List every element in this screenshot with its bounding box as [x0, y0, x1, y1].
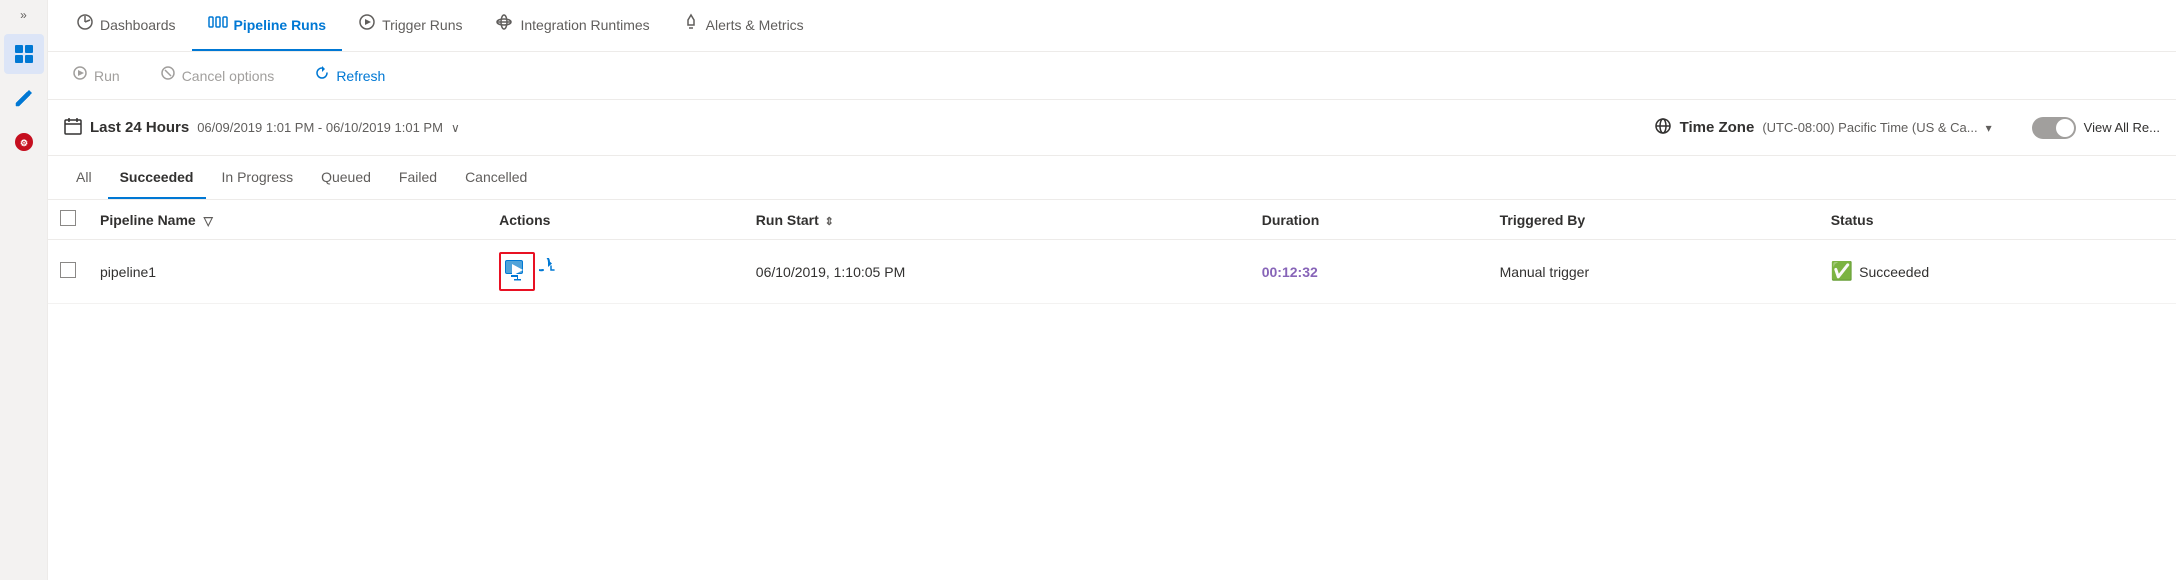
time-filter-range: 06/09/2019 1:01 PM - 06/10/2019 1:01 PM: [197, 120, 443, 135]
pipeline-name-value[interactable]: pipeline1: [100, 264, 156, 280]
status-value-container: ✅ Succeeded: [1831, 261, 2164, 282]
sidebar-collapse-btn[interactable]: »: [20, 8, 27, 22]
col-actions: Actions: [487, 200, 744, 240]
sidebar: » ⚙: [0, 0, 48, 580]
dashboards-icon: [76, 13, 94, 36]
timezone-filter[interactable]: Time Zone (UTC-08:00) Pacific Time (US &…: [1654, 117, 1992, 138]
status-tab-queued[interactable]: Queued: [309, 156, 383, 199]
sidebar-item-edit[interactable]: [4, 78, 44, 118]
run-start-value: 06/10/2019, 1:10:05 PM: [756, 264, 905, 280]
rerun-action-button[interactable]: [539, 258, 563, 285]
row-run-start-cell: 06/10/2019, 1:10:05 PM: [744, 240, 1250, 304]
svg-text:⚙: ⚙: [19, 138, 27, 148]
refresh-label: Refresh: [336, 68, 385, 84]
tab-bar: Dashboards Pipeline Runs Trigger Runs: [48, 0, 2176, 52]
pipeline-name-filter-icon[interactable]: ▽: [204, 214, 213, 228]
table-row: pipeline1: [48, 240, 2176, 304]
run-start-sort-icon[interactable]: ⇕: [825, 216, 834, 228]
time-filter-label: Last 24 Hours: [90, 119, 189, 136]
cancel-icon: [160, 65, 176, 86]
toolbar: Run Cancel options Refresh: [48, 52, 2176, 100]
monitor-action-highlight: [499, 252, 535, 291]
tab-alerts-metrics[interactable]: Alerts & Metrics: [666, 0, 820, 51]
col-pipeline-name: Pipeline Name ▽: [88, 200, 487, 240]
col-status: Status: [1819, 200, 2176, 240]
row-checkbox[interactable]: [60, 262, 76, 278]
select-all-checkbox[interactable]: [60, 210, 76, 226]
globe-icon: [1654, 117, 1672, 138]
status-tab-in-progress[interactable]: In Progress: [210, 156, 306, 199]
alerts-metrics-icon: [682, 13, 700, 36]
sidebar-item-connections[interactable]: ⚙: [4, 122, 44, 162]
tab-pipeline-runs[interactable]: Pipeline Runs: [192, 0, 343, 51]
tab-dashboards-label: Dashboards: [100, 17, 176, 33]
tab-pipeline-runs-label: Pipeline Runs: [234, 17, 327, 33]
status-tab-failed[interactable]: Failed: [387, 156, 449, 199]
tab-alerts-metrics-label: Alerts & Metrics: [706, 17, 804, 33]
cancel-options-button[interactable]: Cancel options: [152, 61, 283, 90]
pipeline-runs-icon: [208, 13, 228, 36]
col-triggered-by: Triggered By: [1488, 200, 1819, 240]
tab-dashboards[interactable]: Dashboards: [60, 0, 192, 51]
row-status-cell: ✅ Succeeded: [1819, 240, 2176, 304]
tab-integration-runtimes-label: Integration Runtimes: [520, 17, 649, 33]
view-all-toggle-container: View All Re...: [2032, 117, 2160, 139]
status-text: Succeeded: [1859, 264, 1929, 280]
status-tab-succeeded[interactable]: Succeeded: [108, 156, 206, 199]
row-actions-cell: [487, 240, 744, 304]
run-button[interactable]: Run: [64, 61, 128, 90]
trigger-runs-icon: [358, 13, 376, 36]
status-tab-cancelled[interactable]: Cancelled: [453, 156, 539, 199]
tab-trigger-runs[interactable]: Trigger Runs: [342, 0, 478, 51]
calendar-icon: [64, 117, 82, 138]
actions-container: [499, 252, 732, 291]
col-checkbox: [48, 200, 88, 240]
row-duration-cell: 00:12:32: [1250, 240, 1488, 304]
toggle-knob: [2056, 119, 2074, 137]
row-pipeline-name-cell: pipeline1: [88, 240, 487, 304]
status-check-icon: ✅: [1831, 261, 1853, 282]
col-duration: Duration: [1250, 200, 1488, 240]
tz-label: Time Zone: [1680, 119, 1755, 136]
time-filter-chevron: ∨: [451, 121, 460, 135]
status-tabs: All Succeeded In Progress Queued Failed …: [48, 156, 2176, 200]
main-content: Dashboards Pipeline Runs Trigger Runs: [48, 0, 2176, 580]
tz-dropdown-arrow: ▾: [1986, 121, 1992, 135]
tab-integration-runtimes[interactable]: Integration Runtimes: [478, 0, 665, 51]
status-tab-all[interactable]: All: [64, 156, 104, 199]
row-checkbox-cell: [48, 240, 88, 304]
row-triggered-by-cell: Manual trigger: [1488, 240, 1819, 304]
refresh-icon: [314, 65, 330, 86]
sidebar-item-dashboard[interactable]: [4, 34, 44, 74]
cancel-options-label: Cancel options: [182, 68, 275, 84]
tz-value: (UTC-08:00) Pacific Time (US & Ca...: [1762, 120, 1977, 135]
pipeline-runs-table: Pipeline Name ▽ Actions Run Start ⇕ Dura…: [48, 200, 2176, 580]
col-run-start: Run Start ⇕: [744, 200, 1250, 240]
view-all-toggle[interactable]: [2032, 117, 2076, 139]
run-icon: [72, 65, 88, 86]
refresh-button[interactable]: Refresh: [306, 61, 393, 90]
filter-bar: Last 24 Hours 06/09/2019 1:01 PM - 06/10…: [48, 100, 2176, 156]
monitor-action-button[interactable]: [503, 256, 531, 287]
duration-value: 00:12:32: [1262, 264, 1318, 280]
integration-runtimes-icon: [494, 13, 514, 36]
run-label: Run: [94, 68, 120, 84]
time-filter[interactable]: Last 24 Hours 06/09/2019 1:01 PM - 06/10…: [64, 117, 460, 138]
triggered-by-value: Manual trigger: [1500, 264, 1590, 280]
view-all-label: View All Re...: [2084, 120, 2160, 135]
tab-trigger-runs-label: Trigger Runs: [382, 17, 462, 33]
